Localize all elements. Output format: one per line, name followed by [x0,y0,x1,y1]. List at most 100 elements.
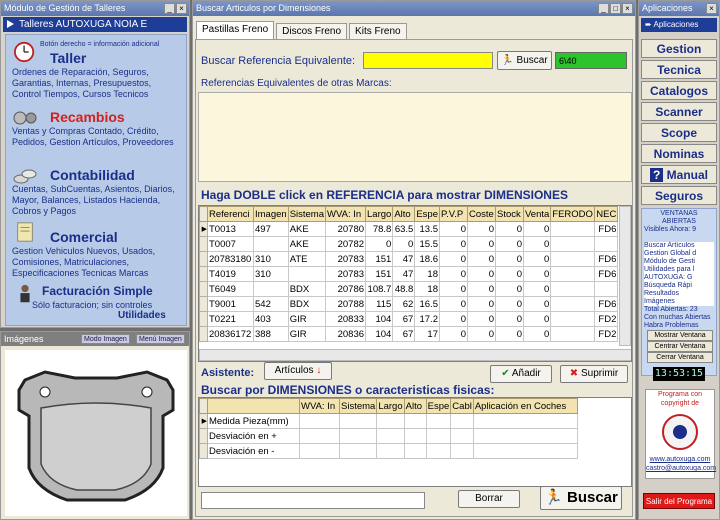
dims-cell[interactable] [338,443,378,459]
section-recambios-title[interactable]: Recambios [12,108,182,126]
section-contabilidad-title[interactable]: Contabilidad [12,166,182,184]
table-cell[interactable]: 17 [414,326,440,342]
table-cell[interactable]: AKE [287,221,327,237]
gestion-button[interactable]: Gestion [641,39,717,58]
ventana-item[interactable]: AUTOXUGA: G [644,274,714,282]
column-header[interactable]: NEC [594,206,619,222]
refs-area[interactable] [198,92,632,182]
table-row[interactable]: 20783180 310 ATE 20783 151 47 18.6 0 0 0 0 FD6 [199,251,619,267]
borrar-button[interactable]: Borrar [458,490,520,508]
table-cell[interactable]: 115 [365,296,394,312]
dims-search-input[interactable] [201,492,425,509]
left-titlebar[interactable]: Módulo de Gestión de Talleres _ × [1,1,189,16]
dims-column-header[interactable]: Alto [403,398,427,414]
section-recambios[interactable]: Recambios Ventas y Compras Contado, Créd… [12,108,182,148]
table-cell[interactable]: 0 [494,221,524,237]
table-cell[interactable]: 20783 [325,251,367,267]
section-contabilidad[interactable]: Contabilidad Cuentas, SubCuentas, Asient… [12,166,182,217]
manual-button[interactable]: ? Manual [641,165,717,184]
table-cell[interactable]: 0 [522,236,552,252]
table-cell[interactable]: 20836172 [207,326,254,342]
table-cell[interactable]: 104 [365,311,394,327]
row-selector[interactable]: ▶ [199,413,208,429]
table-row[interactable]: ▶ T0013 497 AKE 20780 78.8 63.5 13.5 0 0 0 0 FD6 [199,221,619,237]
table-row[interactable]: T0221 403 GIR 20833 104 67 17.2 0 0 0 0 FD2 [199,311,619,327]
table-cell[interactable]: FD6 [594,296,619,312]
ventana-item[interactable]: Resultados [644,290,714,298]
row-selector[interactable] [199,266,208,282]
table-cell[interactable]: 13.5 [414,221,440,237]
table-cell[interactable]: 0 [438,236,468,252]
buscar-big-button[interactable]: 🏃 Buscar [540,486,622,510]
table-cell[interactable] [550,296,596,312]
scanner-button[interactable]: Scanner [641,102,717,121]
email-link[interactable]: castro@autoxuga.com [646,464,716,473]
table-cell[interactable]: 18 [414,281,440,297]
table-cell[interactable]: 0 [466,281,496,297]
dims-cell[interactable] [338,413,378,429]
table-cell[interactable]: 0 [522,326,552,342]
dims-cell[interactable] [425,413,452,429]
dims-cell[interactable] [338,428,378,444]
table-cell[interactable]: 0 [522,251,552,267]
table-row[interactable]: 20836172 388 GIR 20836 104 67 17 0 0 0 0 FD2 [199,326,619,342]
catalogos-button[interactable]: Catalogos [641,81,717,100]
close-icon[interactable]: × [622,3,633,14]
table-row[interactable]: T0007 AKE 20782 0 0 15.5 0 0 0 0 [199,236,619,252]
table-cell[interactable]: 542 [253,296,289,312]
table-cell[interactable]: T6049 [207,281,254,297]
table-cell[interactable]: 0 [522,221,552,237]
modo-imagen-button[interactable]: Modo Imagen [81,334,130,344]
scope-button[interactable]: Scope [641,123,717,142]
table-cell[interactable] [550,236,596,252]
table-cell[interactable] [594,236,619,252]
ventana-item[interactable]: Buscar Artículos [644,242,714,250]
table-cell[interactable]: 62 [392,296,416,312]
right-titlebar[interactable]: Aplicaciones × [639,1,719,16]
row-selector[interactable] [199,443,208,459]
table-cell[interactable]: 0 [522,281,552,297]
tecnica-button[interactable]: Tecnica [641,60,717,79]
results-grid[interactable]: Referenci Imagen Sistema WVA: In Largo Alto Es… [198,205,632,362]
table-cell[interactable]: 104 [365,326,394,342]
referencia-input[interactable] [363,52,493,69]
dims-cell[interactable] [425,443,452,459]
table-cell[interactable] [550,311,596,327]
row-selector[interactable]: ▶ [199,221,208,237]
table-cell[interactable]: 0 [522,311,552,327]
ventana-item[interactable]: Búsqueda Rápi [644,282,714,290]
utilidades-link[interactable]: Utilidades [118,310,166,321]
dims-cell[interactable] [450,413,474,429]
dims-column-header[interactable]: Largo [376,398,405,414]
table-cell[interactable]: 0 [494,326,524,342]
table-cell[interactable]: 18.6 [414,251,440,267]
section-facturacion-title[interactable]: Facturación Simple [12,282,153,300]
dims-cell[interactable] [376,413,405,429]
row-selector[interactable] [199,326,208,342]
table-cell[interactable]: 0 [365,236,394,252]
table-cell[interactable]: 151 [365,266,394,282]
table-cell[interactable] [550,281,596,297]
minimize-icon[interactable]: _ [598,3,609,14]
dims-cell[interactable] [299,428,340,444]
table-cell[interactable]: 48.8 [392,281,416,297]
table-cell[interactable]: 63.5 [392,221,416,237]
table-cell[interactable]: 0 [392,236,416,252]
table-cell[interactable]: 0 [466,266,496,282]
table-cell[interactable] [550,326,596,342]
table-cell[interactable] [253,236,289,252]
table-cell[interactable]: 20780 [325,221,367,237]
table-cell[interactable]: 0 [438,251,468,267]
dims-column-header[interactable]: Espe [425,398,452,414]
column-header[interactable]: FERODO [550,206,596,222]
table-cell[interactable]: 0 [466,236,496,252]
articulos-button[interactable]: Artículos ↓ [264,362,332,380]
table-cell[interactable]: FD2 [594,311,619,327]
dims-cell[interactable] [450,428,474,444]
results-vscroll[interactable] [619,206,631,346]
dims-cell[interactable] [425,428,452,444]
dims-cell[interactable] [403,413,427,429]
table-cell[interactable]: 0 [438,326,468,342]
dims-cell[interactable] [472,443,578,459]
table-cell[interactable]: 0 [438,296,468,312]
